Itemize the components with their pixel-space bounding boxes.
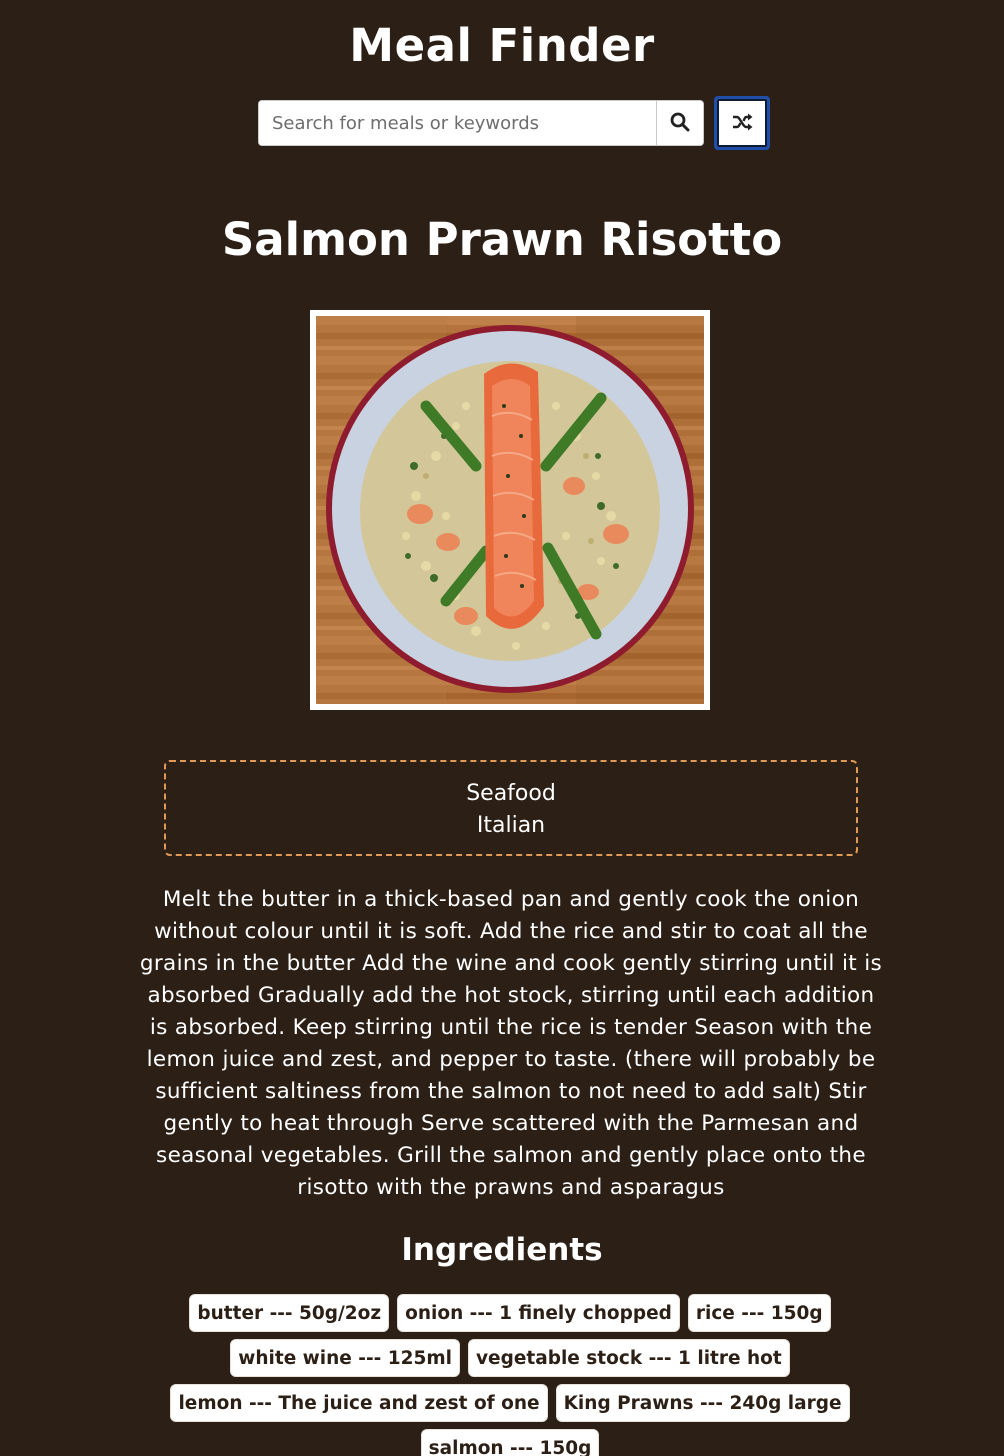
search-button[interactable] — [656, 101, 703, 145]
meal-category: Seafood — [466, 781, 556, 806]
meal-area: Italian — [476, 813, 546, 838]
meal-title: Salmon Prawn Risotto — [221, 213, 783, 266]
shuffle-icon — [731, 113, 753, 134]
search-input[interactable] — [259, 101, 656, 145]
ingredient-tag: vegetable stock --- 1 litre hot — [468, 1339, 790, 1377]
ingredients-list: butter --- 50g/2oz onion --- 1 finely ch… — [160, 1294, 860, 1456]
ingredient-tag: rice --- 150g — [687, 1294, 831, 1332]
ingredient-tag: white wine --- 125ml — [230, 1339, 460, 1377]
search-icon — [670, 112, 690, 135]
meal-instructions: Melt the butter in a thick-based pan and… — [139, 887, 883, 1200]
ingredient-tag: onion --- 1 finely chopped — [397, 1294, 680, 1332]
ingredient-tag: lemon --- The juice and zest of one — [170, 1384, 548, 1422]
meal-image — [310, 310, 710, 710]
ingredients-heading: Ingredients — [401, 1232, 603, 1268]
search-form — [258, 100, 704, 146]
app-title: Meal Finder — [349, 19, 655, 72]
search-bar — [258, 96, 770, 150]
ingredient-tag: salmon --- 150g — [420, 1429, 600, 1456]
meal-category-box: Seafood Italian — [164, 760, 858, 856]
ingredient-tag: King Prawns --- 240g large — [555, 1384, 850, 1422]
random-meal-button[interactable] — [714, 96, 770, 150]
ingredient-tag: butter --- 50g/2oz — [189, 1294, 390, 1332]
